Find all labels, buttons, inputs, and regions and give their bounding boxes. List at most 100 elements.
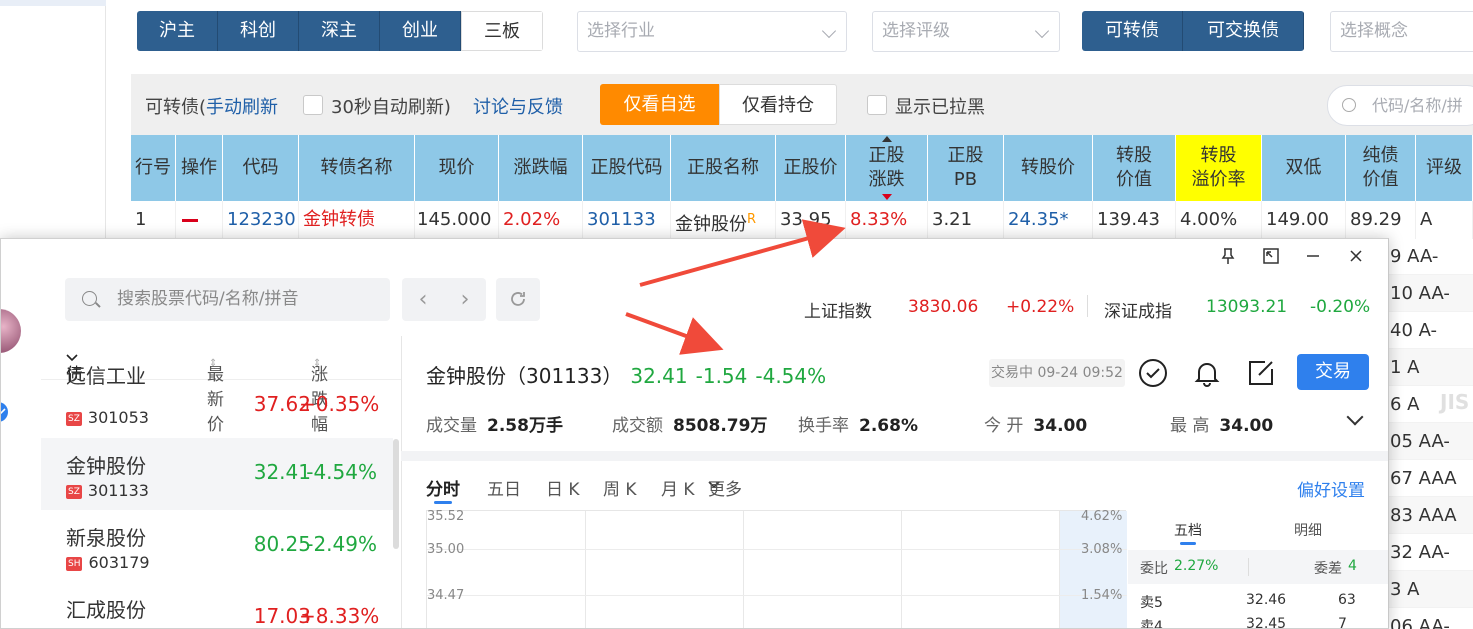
- expand-stats-icon[interactable]: [1346, 408, 1364, 426]
- avatar[interactable]: [1, 309, 21, 353]
- trade-button[interactable]: 交易: [1297, 354, 1369, 390]
- col-header-conv-price[interactable]: 转股价: [1004, 135, 1093, 201]
- chart-gridline: [901, 511, 902, 628]
- minimize-icon[interactable]: [1301, 247, 1325, 271]
- tab-order-book[interactable]: 五档: [1174, 520, 1202, 540]
- col-header-change[interactable]: 涨跌幅: [499, 135, 583, 201]
- only-watchlist-toggle[interactable]: 仅看自选: [600, 84, 719, 125]
- show-blacklist-checkbox[interactable]: [867, 95, 887, 115]
- col-header-stock-price[interactable]: 正股价: [776, 135, 846, 201]
- only-holdings-toggle[interactable]: 仅看持仓: [719, 84, 837, 125]
- watchlist-group-selector[interactable]: 债: [66, 348, 83, 385]
- panel-divider: [401, 336, 402, 628]
- table-row[interactable]: 1 123230 金钟转债 145.000 2.02% 301133 金钟股份R…: [131, 201, 1473, 239]
- market-button-shanghai-main[interactable]: 沪主: [137, 11, 218, 51]
- chat-icon[interactable]: [0, 545, 11, 565]
- col-header-code[interactable]: 代码: [223, 135, 299, 201]
- preference-settings-link[interactable]: 偏好设置: [1297, 476, 1365, 501]
- tab-weekly-k[interactable]: 周 K: [603, 475, 637, 500]
- table-search-input[interactable]: 代码/名称/拼: [1327, 85, 1473, 126]
- cell-index: 1: [131, 201, 176, 239]
- y-label-left: 35.52: [427, 509, 465, 524]
- back-icon[interactable]: ‹: [402, 278, 444, 321]
- market-button-shenzhen-main[interactable]: 深主: [299, 11, 380, 51]
- cell-stock-code[interactable]: 301133: [583, 201, 671, 239]
- index-name-sh[interactable]: 上证指数: [804, 297, 872, 322]
- concept-select[interactable]: 选择概念: [1330, 11, 1473, 52]
- list-item[interactable]: 新泉股份 SH 603179 80.25 -2.49%: [41, 510, 393, 582]
- col-header-double-low[interactable]: 双低: [1262, 135, 1346, 201]
- table-search-placeholder: 代码/名称/拼: [1372, 96, 1463, 115]
- market-button-neeq[interactable]: 三板: [461, 11, 543, 51]
- cell-premium: 4.00%: [1176, 201, 1262, 239]
- refresh-icon[interactable]: [496, 278, 540, 321]
- col-header-price[interactable]: 现价: [415, 135, 499, 201]
- pin-icon[interactable]: [1216, 247, 1240, 271]
- col-header-stock-name[interactable]: 正股名称: [671, 135, 776, 201]
- tab-five-day[interactable]: 五日: [487, 475, 521, 500]
- check-circle-icon[interactable]: [1137, 357, 1169, 389]
- float-window-icon[interactable]: [1259, 247, 1283, 271]
- message-icon[interactable]: [0, 401, 13, 423]
- list-item[interactable]: 汇成股份 SH688403 17.03 +8.33%: [41, 582, 393, 628]
- portfolio-icon[interactable]: [0, 475, 11, 495]
- col-header-stock-pb[interactable]: 正股 PB: [928, 135, 1004, 201]
- market-button-star[interactable]: 科创: [218, 11, 299, 51]
- col-header-stock-change[interactable]: 正股 涨跌: [846, 135, 928, 201]
- tab-more[interactable]: 更多: [708, 475, 742, 500]
- col-header-stock-code[interactable]: 正股代码: [583, 135, 671, 201]
- cell-double-low: 149.00: [1262, 201, 1346, 239]
- rating-select[interactable]: 选择评级: [872, 11, 1060, 52]
- table-row-edge: 83 AAA: [1389, 497, 1473, 534]
- history-nav: ‹ ›: [402, 278, 486, 321]
- index-name-sz[interactable]: 深证成指: [1104, 297, 1172, 322]
- auto-refresh-label: 30秒自动刷新): [331, 97, 451, 118]
- convertible-bond-button[interactable]: 可转债: [1082, 11, 1183, 51]
- industry-select[interactable]: 选择行业: [577, 11, 847, 52]
- list-item[interactable]: 远信工业 SZ 301053 37.62 +0.35%: [41, 366, 393, 436]
- col-header-premium-rate[interactable]: 转股 溢价率: [1176, 135, 1262, 201]
- more-icon[interactable]: [0, 614, 11, 629]
- feedback-link[interactable]: 讨论与反馈: [473, 93, 563, 119]
- stat-turnover: 换手率 2.68%: [798, 411, 918, 436]
- tab-trade-detail[interactable]: 明细: [1294, 520, 1322, 540]
- cell-bond-name[interactable]: 金钟转债: [299, 201, 415, 239]
- manual-refresh-link[interactable]: 手动刷新: [206, 97, 278, 118]
- tab-daily-k[interactable]: 日 K: [546, 475, 580, 500]
- stock-change-pct: -4.54%: [755, 364, 827, 388]
- cell-code[interactable]: 123230: [223, 201, 299, 239]
- market-button-group: 沪主 科创 深主 创业 三板: [137, 11, 543, 51]
- exchangeable-bond-button[interactable]: 可交换债: [1183, 11, 1304, 51]
- edit-note-icon[interactable]: [1245, 357, 1277, 389]
- close-icon[interactable]: [1344, 247, 1368, 271]
- order-ratio-bar: 委比 2.27% 委差 4: [1128, 550, 1388, 584]
- window-titlebar: [1, 239, 1388, 279]
- remove-icon[interactable]: [182, 218, 198, 222]
- col-header-rating[interactable]: 评级: [1416, 135, 1473, 201]
- col-header-index[interactable]: 行号: [131, 135, 176, 201]
- ask5-price: 32.46: [1246, 592, 1287, 608]
- col-header-conv-value[interactable]: 转股 价值: [1093, 135, 1176, 201]
- cell-stock-name[interactable]: 金钟股份R: [671, 201, 776, 239]
- col-header-action[interactable]: 操作: [176, 135, 223, 201]
- tab-monthly-k[interactable]: 月 K: [661, 475, 695, 500]
- tab-intraday-label: 分时: [426, 480, 460, 500]
- forward-icon[interactable]: ›: [444, 278, 486, 321]
- stat-turnover-value: 2.68%: [859, 416, 918, 436]
- list-item-code: SZ 301133: [66, 481, 149, 500]
- table-row-edge: 9 AA-: [1389, 238, 1473, 275]
- stat-high-label: 最 高: [1170, 416, 1210, 436]
- intraday-chart[interactable]: 35.52 35.00 34.47 4.62% 3.08% 1.54%: [426, 509, 1127, 628]
- auto-refresh-checkbox[interactable]: [303, 95, 323, 115]
- col-header-bond-value[interactable]: 纯债 价值: [1346, 135, 1416, 201]
- market-button-chinext[interactable]: 创业: [380, 11, 461, 51]
- sidebar-highlight: [0, 0, 106, 6]
- list-item[interactable]: 金钟股份 SZ 301133 32.41 -4.54%: [41, 438, 393, 510]
- bell-icon[interactable]: [1191, 357, 1223, 389]
- stock-search-input[interactable]: 搜索股票代码/名称/拼音: [65, 278, 390, 321]
- order-book: 五档 明细 委比 2.27% 委差 4 卖5 32.46 63 卖4 32.45…: [1128, 510, 1388, 628]
- col-header-bond-name[interactable]: 转债名称: [299, 135, 415, 201]
- list-item-price: 80.25: [253, 532, 311, 556]
- watchlist-scrollbar[interactable]: [393, 439, 399, 549]
- chevron-down-icon: [1034, 23, 1050, 39]
